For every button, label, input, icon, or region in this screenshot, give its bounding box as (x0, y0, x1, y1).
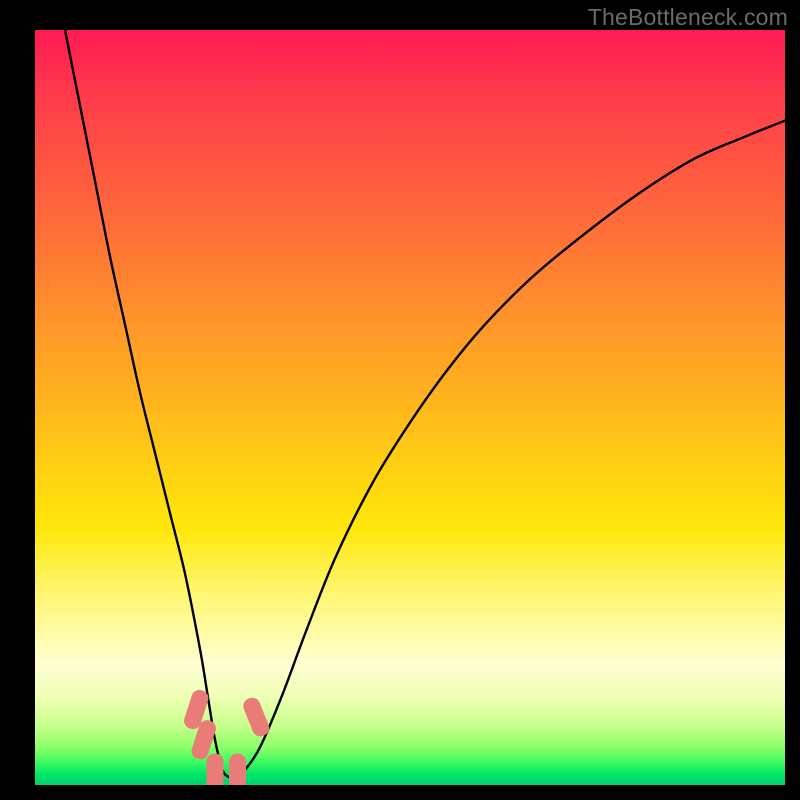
marker-bottom-1 (207, 754, 224, 785)
chart-plot-area (35, 30, 785, 785)
curve-markers (182, 688, 272, 785)
marker-right-1 (241, 695, 272, 738)
bottleneck-curve-svg (35, 30, 785, 785)
watermark-text: TheBottleneck.com (588, 4, 788, 31)
bottleneck-curve (65, 30, 785, 778)
chart-frame: TheBottleneck.com (0, 0, 800, 800)
marker-bottom-2 (229, 754, 246, 785)
curve-group (65, 30, 785, 778)
